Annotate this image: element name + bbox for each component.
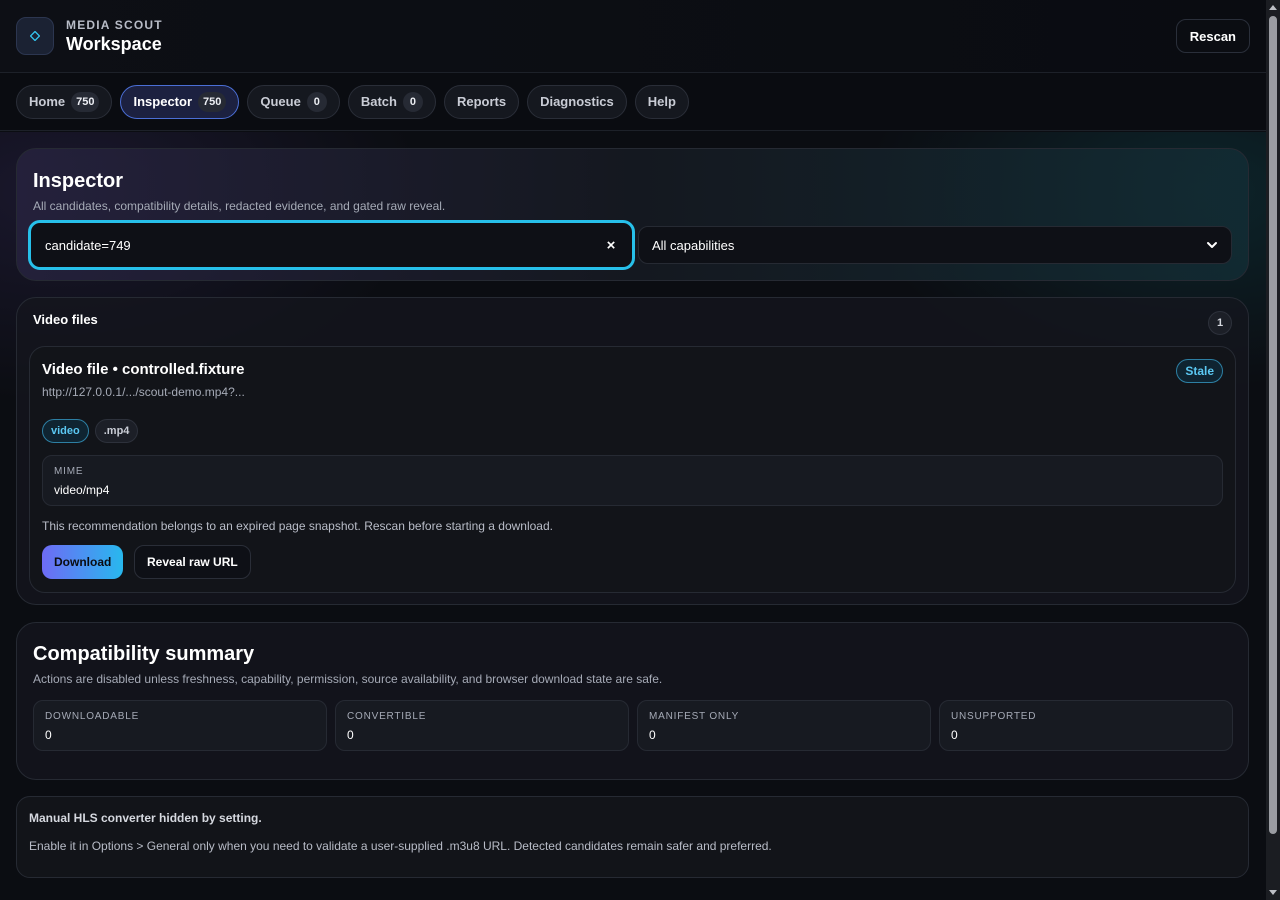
- video-files-panel: Video files 1 Video file • controlled.fi…: [16, 297, 1249, 605]
- tab-label: Reports: [456, 94, 507, 109]
- stat-value: 0: [951, 728, 958, 742]
- stat-downloadable: DOWNLOADABLE 0: [33, 700, 327, 751]
- stat-label: CONVERTIBLE: [347, 711, 427, 722]
- mime-field: MIME video/mp4: [42, 455, 1223, 506]
- tab-count-badge: 750: [198, 91, 227, 112]
- app-root: MEDIA SCOUT Workspace Rescan Home 750 In…: [0, 0, 1266, 900]
- hls-notice-title: Manual HLS converter hidden by setting.: [29, 811, 262, 825]
- stat-value: 0: [347, 728, 354, 742]
- tab-home[interactable]: Home 750: [16, 84, 113, 119]
- stat-label: DOWNLOADABLE: [45, 711, 140, 722]
- tab-count-badge: 750: [71, 91, 100, 112]
- stat-value: 0: [45, 728, 52, 742]
- tab-bar: Home 750 Inspector 750 Queue 0 Batch 0 R…: [0, 73, 1266, 131]
- rescan-button[interactable]: Rescan: [1175, 19, 1250, 53]
- compatibility-summary-panel: Compatibility summary Actions are disabl…: [16, 622, 1249, 780]
- tag-extension: .mp4: [94, 419, 139, 443]
- capability-select-value: All capabilities: [652, 237, 735, 253]
- page-title: Workspace: [66, 33, 162, 54]
- tab-help[interactable]: Help: [634, 84, 689, 119]
- tab-label: Diagnostics: [540, 94, 614, 109]
- reveal-raw-url-button[interactable]: Reveal raw URL: [134, 545, 251, 579]
- compatibility-subtitle: Actions are disabled unless freshness, c…: [33, 672, 663, 686]
- stat-label: UNSUPPORTED: [951, 711, 1037, 722]
- tab-label: Inspector: [133, 94, 192, 109]
- tag-list: video .mp4: [42, 419, 139, 443]
- app-logo: [16, 17, 54, 55]
- page-scrollbar[interactable]: [1266, 0, 1280, 900]
- hls-notice-text: Enable it in Options > General only when…: [29, 839, 772, 853]
- download-button[interactable]: Download: [42, 545, 124, 579]
- search-field: ×: [28, 220, 635, 270]
- tab-inspector[interactable]: Inspector 750: [120, 84, 240, 119]
- stale-note: This recommendation belongs to an expire…: [42, 519, 553, 533]
- video-files-count-badge: 1: [1208, 311, 1232, 335]
- search-input[interactable]: [45, 237, 604, 253]
- scroll-up-arrow-icon[interactable]: [1269, 5, 1277, 10]
- stat-convertible: CONVERTIBLE 0: [335, 700, 629, 751]
- hls-converter-notice: Manual HLS converter hidden by setting. …: [16, 796, 1249, 878]
- scrollbar-thumb[interactable]: [1269, 16, 1277, 834]
- tab-label: Batch: [360, 94, 397, 109]
- brand-kicker: MEDIA SCOUT: [66, 17, 163, 32]
- tab-count-badge: 0: [402, 91, 423, 112]
- video-file-title: Video file • controlled.fixture: [42, 361, 245, 378]
- tab-queue[interactable]: Queue 0: [247, 84, 340, 119]
- stat-unsupported: UNSUPPORTED 0: [939, 700, 1233, 751]
- tab-reports[interactable]: Reports: [443, 84, 520, 119]
- tab-label: Queue: [260, 94, 301, 109]
- chevron-down-icon: [1207, 242, 1217, 248]
- tab-label: Help: [647, 94, 676, 109]
- stat-manifest-only: MANIFEST ONLY 0: [637, 700, 931, 751]
- main-content: Inspector All candidates, compatibility …: [0, 132, 1266, 900]
- capability-select[interactable]: All capabilities: [638, 226, 1232, 264]
- video-file-card: Video file • controlled.fixture http://1…: [29, 346, 1236, 593]
- compatibility-stats: DOWNLOADABLE 0 CONVERTIBLE 0 MANIFEST ON…: [33, 700, 1233, 751]
- tab-batch[interactable]: Batch 0: [347, 84, 436, 119]
- compatibility-title: Compatibility summary: [33, 643, 255, 665]
- tab-count-badge: 0: [306, 91, 327, 112]
- stat-label: MANIFEST ONLY: [649, 711, 740, 722]
- mime-value: video/mp4: [54, 483, 110, 497]
- mime-label: MIME: [54, 466, 84, 477]
- inspector-subtitle: All candidates, compatibility details, r…: [33, 199, 446, 213]
- inspector-title: Inspector: [33, 170, 124, 192]
- status-badge: Stale: [1176, 359, 1223, 383]
- tag-video: video: [42, 419, 89, 443]
- tab-diagnostics[interactable]: Diagnostics: [527, 84, 627, 119]
- inspector-panel: Inspector All candidates, compatibility …: [16, 148, 1249, 281]
- app-header: MEDIA SCOUT Workspace Rescan: [0, 0, 1266, 73]
- clear-icon[interactable]: ×: [604, 237, 618, 254]
- video-file-url: http://127.0.0.1/.../scout-demo.mp4?...: [42, 385, 245, 399]
- diamond-icon: [30, 31, 40, 41]
- video-files-title: Video files: [33, 312, 98, 327]
- tab-label: Home: [29, 94, 66, 109]
- stat-value: 0: [649, 728, 656, 742]
- scroll-down-arrow-icon[interactable]: [1269, 890, 1277, 895]
- brand: MEDIA SCOUT Workspace: [66, 18, 163, 55]
